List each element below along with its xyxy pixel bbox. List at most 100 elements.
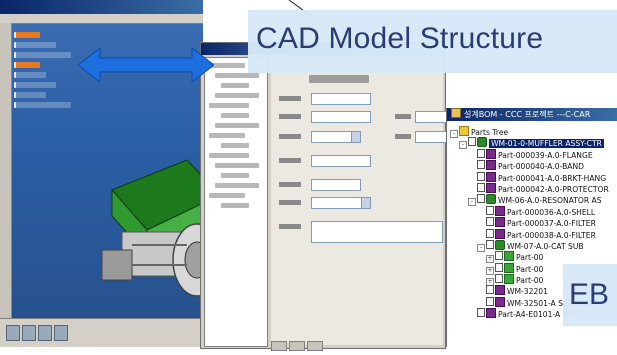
cad-tree-node[interactable] [14, 52, 71, 58]
form-heading [309, 75, 369, 83]
product-data-form-window [200, 42, 453, 351]
dropdown-field[interactable] [311, 197, 371, 209]
form-tree-item[interactable] [209, 63, 245, 68]
bom-tree-row[interactable]: - Parts Tree [447, 126, 617, 138]
document-icon [495, 251, 503, 261]
form-tree-item[interactable] [221, 143, 249, 148]
bom-tree-label: WM-07-A.0-CAT SUB [507, 241, 584, 251]
form-tab[interactable] [289, 341, 305, 351]
bom-tree-label: Part-000041-A.0-BRKT-HANG [498, 173, 607, 183]
part-icon [495, 296, 505, 307]
ebom-caption-text: EB [569, 278, 610, 311]
text-field[interactable] [311, 155, 371, 167]
bom-tree-row[interactable]: - WM-06-A.0-RESONATOR AS [447, 194, 617, 207]
field-label [279, 96, 301, 101]
part-icon [486, 160, 496, 171]
dropdown-field[interactable] [311, 131, 361, 143]
bom-tree-label: Parts Tree [471, 128, 509, 137]
form-tree-item[interactable] [215, 123, 259, 128]
assembly-icon [486, 194, 496, 205]
form-field-row [279, 131, 453, 143]
cad-specification-tree[interactable] [14, 28, 104, 148]
cad-tree-node[interactable] [14, 62, 40, 68]
form-navigation-tree[interactable] [204, 57, 268, 347]
bom-tree-label: WM-32201 [507, 287, 548, 297]
document-icon [486, 205, 494, 215]
form-tree-item[interactable] [209, 153, 249, 158]
part-green-icon [504, 251, 514, 262]
cad-tree-node[interactable] [14, 72, 46, 78]
part-green-icon [504, 262, 514, 273]
form-tree-item[interactable] [221, 113, 249, 118]
form-tree-item[interactable] [215, 93, 259, 98]
bom-tree-row[interactable]: Part-000041-A.0-BRKT-HANG [447, 171, 617, 183]
bom-tree-row[interactable]: Part-000040-A.0-BAND [447, 160, 617, 171]
bom-tree-row[interactable]: Part-000037-A.0-FILTER [447, 217, 617, 228]
chevron-down-icon[interactable] [351, 132, 360, 142]
document-icon [468, 137, 476, 147]
cad-tree-node[interactable] [14, 32, 40, 38]
form-tree-item[interactable] [215, 163, 259, 168]
document-icon [486, 285, 494, 295]
text-field[interactable] [311, 179, 361, 191]
text-field[interactable] [311, 93, 371, 105]
assembly-icon [477, 137, 487, 148]
part-icon [486, 308, 496, 319]
cad-tree-node[interactable] [14, 42, 56, 48]
bom-tree-row[interactable]: Part-000039-A.0-FLANGE [447, 148, 617, 160]
bom-tree-row[interactable]: Part-000036-A.0-SHELL [447, 205, 617, 217]
double-arrow-icon [78, 48, 214, 82]
form-field-row [279, 111, 453, 123]
part-icon [486, 182, 496, 193]
cad-tree-node[interactable] [14, 82, 56, 88]
document-icon [495, 274, 503, 284]
toolbar-tool-icon[interactable] [22, 325, 36, 341]
bom-tree-label: Part-000037-A.0-FILTER [507, 219, 596, 229]
form-tab[interactable] [307, 341, 323, 351]
document-icon [486, 296, 494, 306]
parts-tree-icon [459, 126, 469, 136]
document-icon [486, 228, 494, 238]
document-icon [477, 308, 485, 318]
bom-tree-row[interactable]: Part-000038-A.0-FILTER [447, 228, 617, 240]
part-icon [495, 217, 505, 228]
chevron-down-icon[interactable] [361, 198, 370, 208]
form-tree-item[interactable] [215, 73, 259, 78]
text-field[interactable] [311, 111, 371, 123]
bom-tree-row[interactable]: Part-000042-A.0-PROTECTOR [447, 182, 617, 194]
bom-tree-label: WM-01-0-MUFFLER ASSY-CTR [489, 139, 604, 149]
part-green-icon [504, 274, 514, 285]
form-tree-item[interactable] [209, 103, 249, 108]
form-tree-item[interactable] [209, 193, 245, 198]
bom-tree-row[interactable]: + Part-00 [447, 251, 617, 264]
form-tree-item[interactable] [221, 203, 249, 208]
form-detail-panel [271, 57, 453, 345]
form-tree-item[interactable] [221, 173, 249, 178]
form-tree-item[interactable] [221, 83, 249, 88]
field-label [395, 114, 411, 119]
toolbar-tool-icon[interactable] [54, 325, 68, 341]
mechanical-assembly-icon[interactable] [92, 150, 203, 300]
part-icon [495, 285, 505, 296]
bom-tree-row[interactable]: - WM-07-A.0-CAT SUB [447, 239, 617, 252]
cad-tree-node[interactable] [14, 92, 46, 98]
form-tree-item[interactable] [209, 133, 245, 138]
toolbar-tool-icon[interactable] [6, 325, 20, 341]
document-icon [477, 160, 485, 170]
form-tree-item[interactable] [215, 183, 259, 188]
bom-tree-label: Part-00 [516, 276, 544, 286]
bom-tree-label: Part-00 [516, 253, 544, 263]
form-tab[interactable] [271, 341, 287, 351]
field-label [279, 224, 301, 229]
toolbar-tool-icon[interactable] [38, 325, 52, 341]
bom-tree-row[interactable]: - WM-01-0-MUFFLER ASSY-CTR [447, 137, 617, 150]
description-field[interactable] [311, 221, 443, 243]
cad-tree-node[interactable] [14, 102, 71, 108]
bom-window-title: 설계BOM - CCC 프로젝트 ---C-CAR [464, 110, 591, 119]
bom-tree-label: Part-000042-A.0-PROTECTOR [498, 184, 609, 194]
cad-menubar[interactable] [0, 14, 203, 24]
field-label [279, 200, 301, 205]
cad-left-toolbar[interactable] [0, 23, 12, 347]
bom-tree-label: WM-06-A.0-RESONATOR AS [498, 196, 602, 206]
field-label [279, 114, 301, 119]
